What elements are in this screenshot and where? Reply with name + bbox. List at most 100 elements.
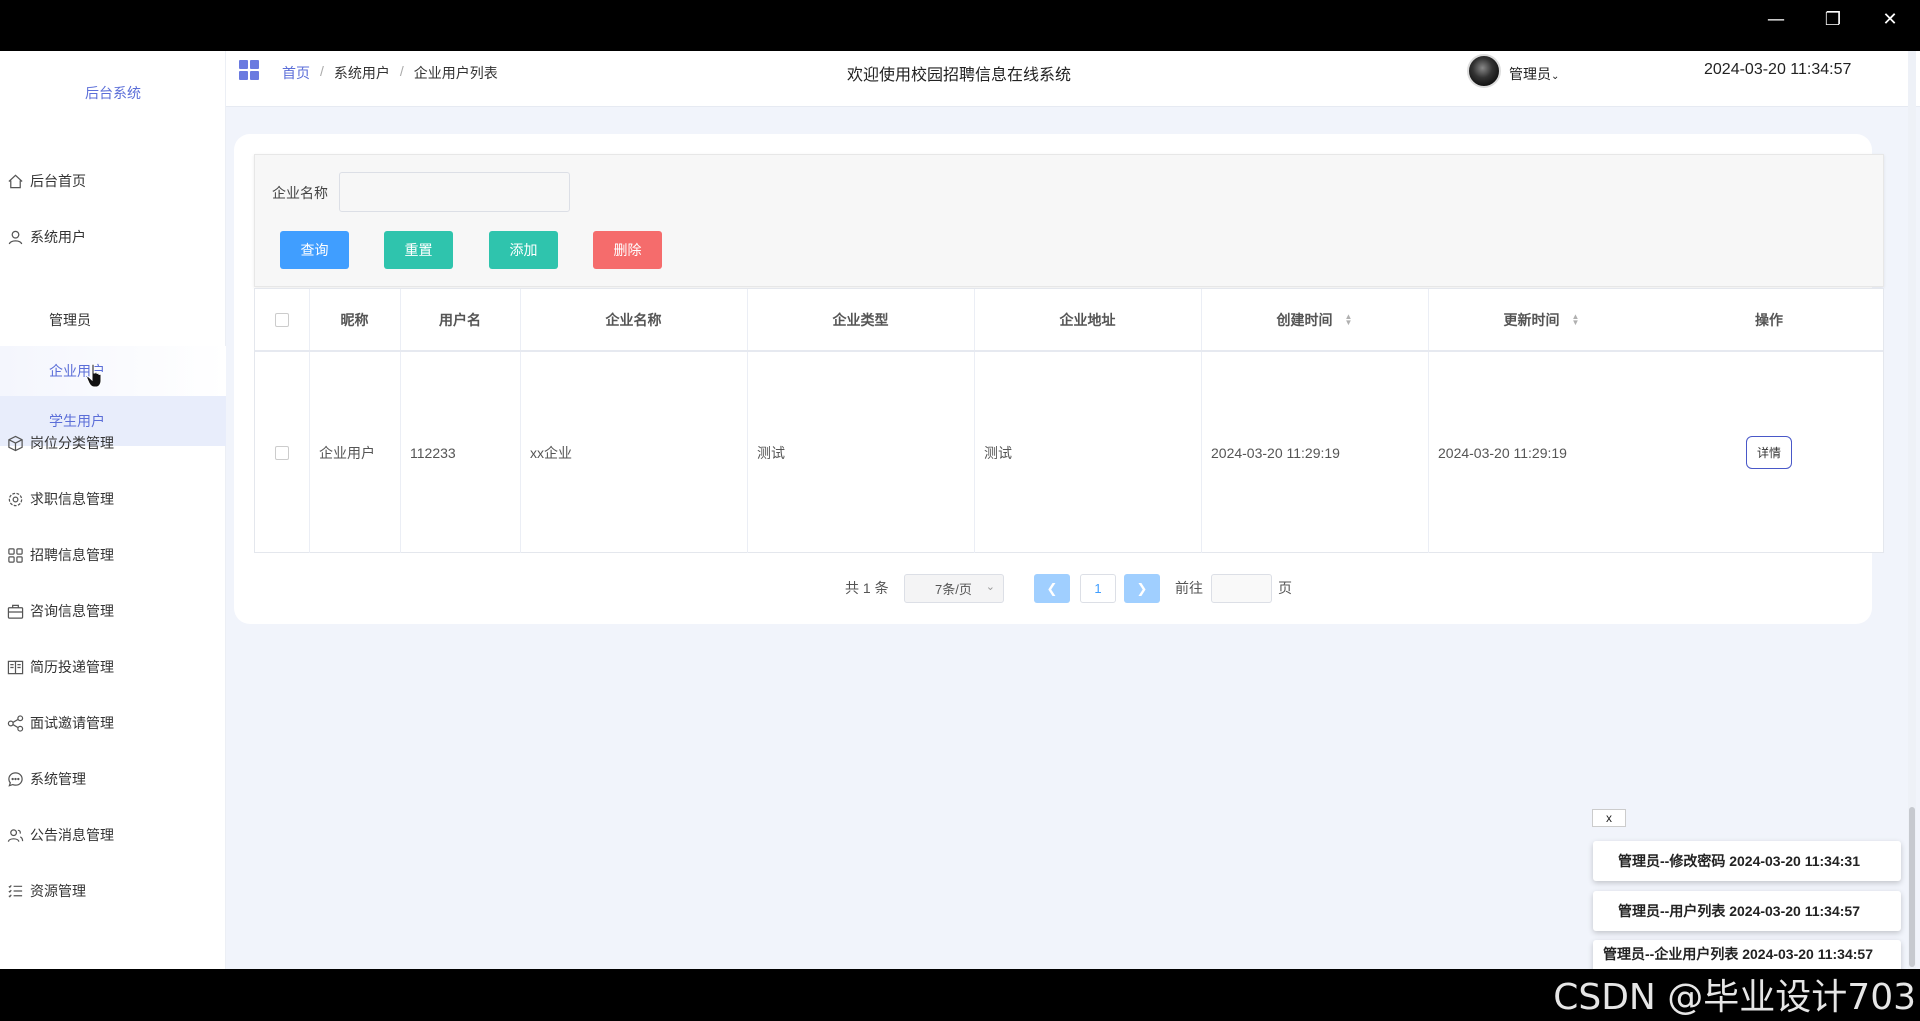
chevron-down-icon: ⌄	[1551, 71, 1560, 82]
page-size-select[interactable]: 7条/页 ⌄	[904, 574, 1004, 603]
delete-button[interactable]: 删除	[593, 231, 662, 269]
query-button[interactable]: 查询	[280, 231, 349, 269]
breadcrumb-home[interactable]: 首页	[282, 63, 310, 83]
sidebar-item-system-users[interactable]: 系统用户	[0, 217, 226, 257]
chevron-left-icon: ❮	[1046, 580, 1058, 596]
notice-item[interactable]: 管理员--用户列表 2024-03-20 11:34:57	[1593, 891, 1901, 931]
breadcrumb-separator: /	[399, 63, 404, 79]
cell-actions: 详情	[1655, 352, 1883, 553]
chat-icon	[6, 770, 24, 788]
column-header: 企业名称	[605, 311, 662, 328]
sidebar-item-label: 资源管理	[30, 883, 86, 899]
briefcase-icon	[6, 602, 24, 620]
data-table: 昵称 用户名 企业名称 企业类型 企业地址 创建时间 ▲ ▼ 更新时间 ▲ ▼ 操作 企…	[254, 288, 1884, 553]
reset-button[interactable]: 重置	[384, 231, 453, 269]
avatar[interactable]	[1467, 54, 1501, 88]
cell-updated-time: 2024-03-20 11:29:19	[1438, 444, 1567, 461]
sidebar-item-label: 系统用户	[30, 229, 86, 245]
watermark-text: CSDN @毕业设计703	[1553, 977, 1916, 1018]
window-titlebar: — ❐ ✕	[0, 0, 1920, 51]
sidebar-item-label: 简历投递管理	[30, 659, 114, 675]
sidebar-item-recruitment[interactable]: 招聘信息管理	[0, 535, 226, 575]
minimize-button[interactable]: —	[1758, 8, 1794, 32]
hand-pointer-icon	[86, 363, 102, 388]
column-header-created-time[interactable]: 创建时间 ▲ ▼	[1201, 289, 1428, 350]
cube-icon	[6, 434, 24, 452]
notices-close-button[interactable]: x	[1592, 809, 1626, 827]
close-window-button[interactable]: ✕	[1872, 8, 1908, 32]
gear-icon	[6, 490, 24, 508]
company-name-input[interactable]	[339, 172, 570, 212]
breadcrumb-current: 企业用户列表	[413, 65, 498, 81]
app-viewport: 后台系统 后台首页 系统用户 管理员 企业用户 学生用户 岗位分类管理 求职信息…	[0, 51, 1920, 969]
site-title-text: 欢迎使用校园招聘信息在线系统	[846, 67, 1071, 84]
column-header: 昵称	[340, 311, 369, 328]
people-icon	[6, 826, 24, 844]
cell-username: 112233	[410, 444, 456, 461]
notice-item[interactable]: 管理员--企业用户列表 2024-03-20 11:34:57	[1593, 940, 1901, 969]
list-icon	[6, 882, 24, 900]
sidebar-subitem-admin[interactable]: 管理员	[0, 294, 226, 346]
sidebar-item-resources[interactable]: 资源管理	[0, 871, 226, 911]
next-page-button[interactable]: ❯	[1124, 574, 1160, 603]
cell-nickname: 企业用户	[319, 444, 375, 461]
detail-button[interactable]: 详情	[1746, 436, 1792, 469]
goto-label: 前往	[1175, 580, 1203, 596]
add-button[interactable]: 添加	[489, 231, 558, 269]
sidebar-item-consulting[interactable]: 咨询信息管理	[0, 591, 226, 631]
scrollbar-thumb[interactable]	[1909, 807, 1915, 967]
notice-item[interactable]: 管理员--修改密码 2024-03-20 11:34:31	[1593, 841, 1901, 881]
restore-button[interactable]: ❐	[1815, 8, 1851, 32]
menu-grid-icon[interactable]	[238, 59, 260, 81]
sidebar-item-interview[interactable]: 面试邀请管理	[0, 703, 226, 743]
sidebar-item-announcement[interactable]: 公告消息管理	[0, 815, 226, 855]
sidebar-item-label: 招聘信息管理	[30, 547, 114, 563]
sidebar-item-job-category[interactable]: 岗位分类管理	[0, 423, 226, 463]
column-header: 企业地址	[1059, 311, 1116, 328]
cell-company-address: 测试	[984, 444, 1012, 461]
breadcrumb-system-users[interactable]: 系统用户	[334, 63, 390, 83]
column-header: 企业类型	[832, 311, 889, 328]
sidebar-item-system[interactable]: 系统管理	[0, 759, 226, 799]
column-header: 操作	[1755, 311, 1783, 328]
sidebar-subitem-enterprise-users[interactable]: 企业用户	[0, 346, 226, 396]
user-icon	[6, 228, 24, 246]
sidebar-item-label: 后台首页	[30, 173, 86, 189]
page-size-value: 7条/页	[935, 582, 972, 597]
select-all-checkbox[interactable]	[275, 312, 289, 327]
breadcrumb: 首页 / 系统用户 / 企业用户列表	[282, 63, 498, 83]
sidebar-item-resume[interactable]: 简历投递管理	[0, 647, 226, 687]
select-all-checkbox-cell	[255, 289, 309, 350]
pagination-total: 共 1 条	[845, 580, 889, 596]
sidebar-item-job-seeking[interactable]: 求职信息管理	[0, 479, 226, 519]
chevron-right-icon: ❯	[1136, 580, 1148, 596]
page-number-button[interactable]: 1	[1080, 574, 1116, 603]
grid-icon	[6, 546, 24, 564]
user-name: 管理员	[1509, 66, 1551, 82]
cell-company-type: 测试	[757, 444, 785, 461]
sort-icon[interactable]: ▲ ▼	[1345, 312, 1353, 326]
search-label: 企业名称	[272, 185, 328, 201]
sidebar-item-home[interactable]: 后台首页	[0, 161, 226, 201]
goto-page-input[interactable]	[1211, 574, 1272, 603]
user-menu[interactable]: 管理员⌄	[1509, 64, 1559, 84]
sidebar-item-label: 咨询信息管理	[30, 603, 114, 619]
top-header: 首页 / 系统用户 / 企业用户列表 欢迎使用校园招聘信息在线系统 管理员⌄ 2…	[226, 51, 1920, 107]
sidebar-item-label: 面试邀请管理	[30, 715, 114, 731]
prev-page-button[interactable]: ❮	[1034, 574, 1070, 603]
sidebar-item-label: 求职信息管理	[30, 491, 114, 507]
sort-icon[interactable]: ▲ ▼	[1572, 312, 1580, 326]
book-icon	[6, 658, 24, 676]
share-icon	[6, 714, 24, 732]
clock: 2024-03-20 11:34:57	[1704, 61, 1852, 78]
breadcrumb-separator: /	[320, 63, 324, 79]
home-icon	[6, 172, 24, 190]
column-header-updated-time[interactable]: 更新时间 ▲ ▼	[1428, 289, 1655, 350]
cell-created-time: 2024-03-20 11:29:19	[1211, 444, 1340, 461]
row-checkbox[interactable]	[275, 445, 289, 460]
page-scrollbar[interactable]	[1908, 51, 1916, 969]
column-header-label: 更新时间	[1503, 311, 1560, 328]
cell-company-name: xx企业	[530, 444, 572, 461]
sidebar-item-label: 系统管理	[30, 771, 86, 787]
sidebar: 后台系统 后台首页 系统用户 管理员 企业用户 学生用户 岗位分类管理 求职信息…	[0, 51, 226, 969]
